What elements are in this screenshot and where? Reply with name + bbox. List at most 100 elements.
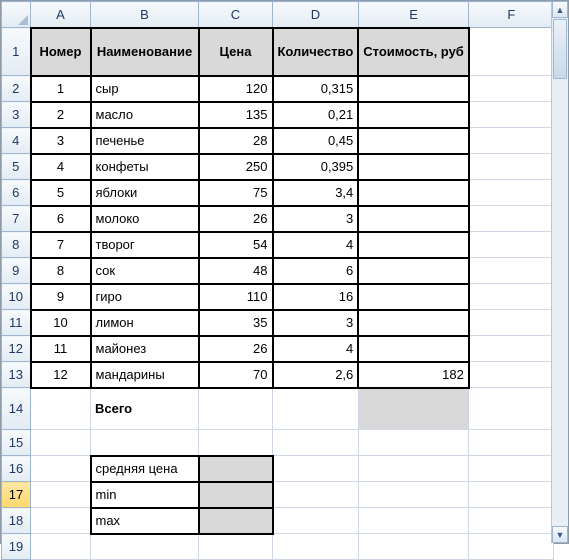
cell-E19[interactable] bbox=[358, 534, 469, 560]
cell-C7[interactable]: 26 bbox=[199, 206, 273, 232]
row-header-10[interactable]: 10 bbox=[2, 284, 31, 310]
cell-B15[interactable] bbox=[91, 430, 199, 456]
cell-E8[interactable] bbox=[358, 232, 469, 258]
row-header-3[interactable]: 3 bbox=[2, 102, 31, 128]
row-header-6[interactable]: 6 bbox=[2, 180, 31, 206]
cell-C3[interactable]: 135 bbox=[199, 102, 273, 128]
row-header-16[interactable]: 16 bbox=[2, 456, 31, 482]
cell-D15[interactable] bbox=[273, 430, 359, 456]
cell-A10[interactable]: 9 bbox=[31, 284, 91, 310]
col-header-B[interactable]: B bbox=[91, 2, 199, 28]
cell-F5[interactable] bbox=[469, 154, 554, 180]
cell-D11[interactable]: 3 bbox=[273, 310, 359, 336]
cell-A11[interactable]: 10 bbox=[31, 310, 91, 336]
cell-A4[interactable]: 3 bbox=[31, 128, 91, 154]
cell-D14[interactable] bbox=[273, 388, 359, 430]
cell-C19[interactable] bbox=[199, 534, 273, 560]
row-header-19[interactable]: 19 bbox=[2, 534, 31, 560]
cell-A12[interactable]: 11 bbox=[31, 336, 91, 362]
row-header-12[interactable]: 12 bbox=[2, 336, 31, 362]
row-header-8[interactable]: 8 bbox=[2, 232, 31, 258]
cell-C11[interactable]: 35 bbox=[199, 310, 273, 336]
cell-E1[interactable]: Стоимость, руб bbox=[358, 28, 469, 76]
row-header-4[interactable]: 4 bbox=[2, 128, 31, 154]
cell-F6[interactable] bbox=[469, 180, 554, 206]
cell-E9[interactable] bbox=[358, 258, 469, 284]
col-header-C[interactable]: C bbox=[199, 2, 273, 28]
cell-C14[interactable] bbox=[199, 388, 273, 430]
cell-E17[interactable] bbox=[358, 482, 469, 508]
cell-B4[interactable]: печенье bbox=[91, 128, 199, 154]
row-header-9[interactable]: 9 bbox=[2, 258, 31, 284]
cell-C15[interactable] bbox=[199, 430, 273, 456]
cell-D2[interactable]: 0,315 bbox=[273, 76, 359, 102]
cell-D12[interactable]: 4 bbox=[273, 336, 359, 362]
row-header-11[interactable]: 11 bbox=[2, 310, 31, 336]
cell-E2[interactable] bbox=[358, 76, 469, 102]
cell-B18[interactable]: max bbox=[91, 508, 199, 534]
cell-E7[interactable] bbox=[358, 206, 469, 232]
vertical-scrollbar[interactable]: ▲ ▼ bbox=[551, 1, 568, 543]
row-header-7[interactable]: 7 bbox=[2, 206, 31, 232]
cell-D7[interactable]: 3 bbox=[273, 206, 359, 232]
cell-D19[interactable] bbox=[273, 534, 359, 560]
col-header-F[interactable]: F bbox=[469, 2, 554, 28]
cell-F14[interactable] bbox=[469, 388, 554, 430]
cell-A16[interactable] bbox=[31, 456, 91, 482]
cell-A13[interactable]: 12 bbox=[31, 362, 91, 388]
cell-B12[interactable]: майонез bbox=[91, 336, 199, 362]
col-header-A[interactable]: A bbox=[31, 2, 91, 28]
cell-C2[interactable]: 120 bbox=[199, 76, 273, 102]
cell-D17[interactable] bbox=[273, 482, 359, 508]
cell-F1[interactable] bbox=[469, 28, 554, 76]
cell-F19[interactable] bbox=[469, 534, 554, 560]
cell-E13[interactable]: 182 bbox=[358, 362, 469, 388]
cell-A14[interactable] bbox=[31, 388, 91, 430]
cell-F17[interactable] bbox=[469, 482, 554, 508]
cell-C5[interactable]: 250 bbox=[199, 154, 273, 180]
cell-B10[interactable]: гиро bbox=[91, 284, 199, 310]
cell-F7[interactable] bbox=[469, 206, 554, 232]
cell-D18[interactable] bbox=[273, 508, 359, 534]
cell-C4[interactable]: 28 bbox=[199, 128, 273, 154]
cell-B17[interactable]: min bbox=[91, 482, 199, 508]
scroll-down-button[interactable]: ▼ bbox=[552, 526, 568, 543]
cell-C18[interactable] bbox=[199, 508, 273, 534]
cell-A1[interactable]: Номер bbox=[31, 28, 91, 76]
cell-C10[interactable]: 110 bbox=[199, 284, 273, 310]
row-header-18[interactable]: 18 bbox=[2, 508, 31, 534]
cell-E5[interactable] bbox=[358, 154, 469, 180]
cell-E11[interactable] bbox=[358, 310, 469, 336]
cell-B9[interactable]: сок bbox=[91, 258, 199, 284]
cell-A6[interactable]: 5 bbox=[31, 180, 91, 206]
cell-C1[interactable]: Цена bbox=[199, 28, 273, 76]
cell-C8[interactable]: 54 bbox=[199, 232, 273, 258]
cell-E3[interactable] bbox=[358, 102, 469, 128]
cell-E15[interactable] bbox=[358, 430, 469, 456]
cell-B5[interactable]: конфеты bbox=[91, 154, 199, 180]
cell-C9[interactable]: 48 bbox=[199, 258, 273, 284]
cell-E18[interactable] bbox=[358, 508, 469, 534]
cell-F18[interactable] bbox=[469, 508, 554, 534]
cell-E12[interactable] bbox=[358, 336, 469, 362]
row-header-1[interactable]: 1 bbox=[2, 28, 31, 76]
cell-A17[interactable] bbox=[31, 482, 91, 508]
cell-D10[interactable]: 16 bbox=[273, 284, 359, 310]
col-header-E[interactable]: E bbox=[358, 2, 469, 28]
cell-E16[interactable] bbox=[358, 456, 469, 482]
cell-A19[interactable] bbox=[31, 534, 91, 560]
cell-D3[interactable]: 0,21 bbox=[273, 102, 359, 128]
cell-E10[interactable] bbox=[358, 284, 469, 310]
cell-F12[interactable] bbox=[469, 336, 554, 362]
cell-D16[interactable] bbox=[273, 456, 359, 482]
cell-A18[interactable] bbox=[31, 508, 91, 534]
cell-A2[interactable]: 1 bbox=[31, 76, 91, 102]
cell-C13[interactable]: 70 bbox=[199, 362, 273, 388]
cell-B16[interactable]: средняя цена bbox=[91, 456, 199, 482]
cell-F3[interactable] bbox=[469, 102, 554, 128]
cell-B3[interactable]: масло bbox=[91, 102, 199, 128]
select-all-corner[interactable] bbox=[2, 2, 31, 28]
spreadsheet-grid[interactable]: A B C D E F 1 Номер Наименование Цена Ко… bbox=[1, 1, 554, 560]
cell-E14[interactable] bbox=[358, 388, 469, 430]
cell-A9[interactable]: 8 bbox=[31, 258, 91, 284]
